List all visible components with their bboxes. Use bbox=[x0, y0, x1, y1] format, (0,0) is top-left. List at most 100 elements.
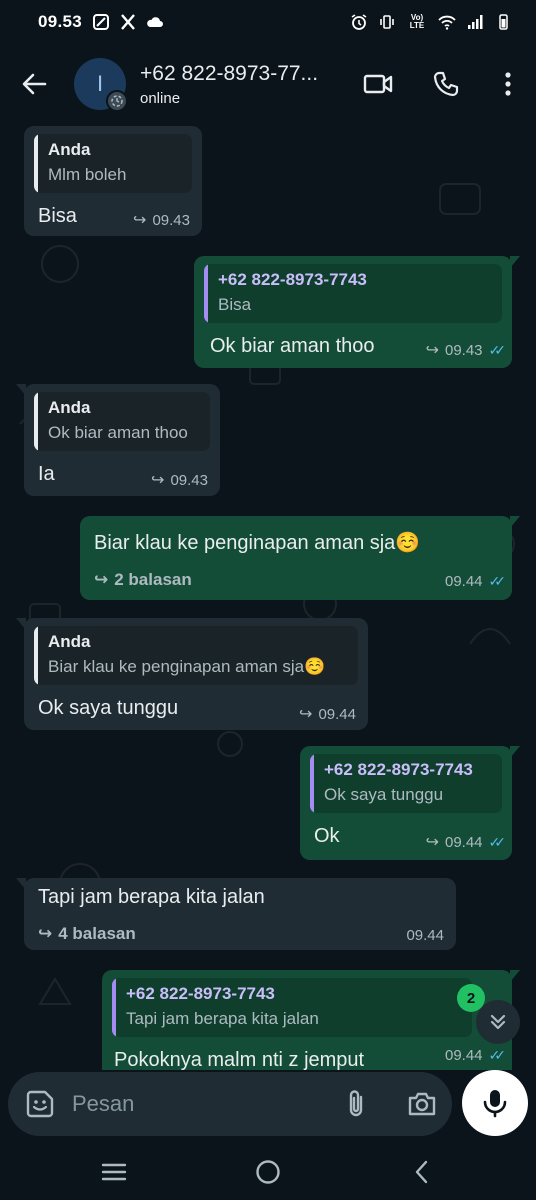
message-time: 09.43 bbox=[444, 341, 483, 359]
voice-message-button[interactable] bbox=[462, 1070, 528, 1136]
message-time: 09.44 bbox=[444, 833, 483, 851]
home-button[interactable] bbox=[250, 1154, 286, 1190]
message-bubble-outgoing[interactable]: Biar klau ke penginapan aman sja☺️ ↪ 2 b… bbox=[80, 516, 520, 600]
quoted-message[interactable]: Anda Ok biar aman thoo bbox=[34, 392, 210, 451]
double-chevron-down-icon bbox=[490, 1014, 506, 1030]
quote-author: Anda bbox=[48, 398, 91, 417]
contact-avatar[interactable]: I bbox=[74, 58, 128, 112]
video-camera-icon bbox=[363, 74, 393, 94]
quote-text: Biar klau ke penginapan aman sja☺️ bbox=[48, 657, 326, 676]
message-meta: 09.44 ✓✓ bbox=[444, 573, 507, 590]
message-bubble-outgoing[interactable]: +62 822-8973-7743 Bisa Ok biar aman thoo… bbox=[194, 256, 520, 368]
quoted-message[interactable]: Anda Biar klau ke penginapan aman sja☺️ bbox=[34, 626, 358, 685]
volte-label: Vo) LTE bbox=[409, 13, 425, 30]
cloud-icon bbox=[146, 13, 164, 31]
quoted-message[interactable]: +62 822-8973-7743 Ok saya tunggu bbox=[310, 754, 502, 813]
read-ticks-icon: ✓✓ bbox=[488, 833, 507, 850]
message-time: 09.43 bbox=[170, 471, 208, 489]
quote-author: Anda bbox=[48, 632, 91, 651]
video-call-button[interactable] bbox=[356, 62, 400, 106]
reply-arrow-icon: ↪ bbox=[151, 472, 165, 489]
message-input[interactable] bbox=[72, 1091, 312, 1117]
message-bubble-outgoing[interactable]: +62 822-8973-7743 Tapi jam berapa kita j… bbox=[102, 970, 520, 1070]
quote-text: Ok biar aman thoo bbox=[48, 423, 188, 442]
message-bubble-incoming[interactable]: Tapi jam berapa kita jalan ↪ 4 balasan 0… bbox=[16, 878, 456, 950]
quote-author: +62 822-8973-7743 bbox=[324, 760, 473, 779]
quote-text: Bisa bbox=[218, 295, 252, 314]
chat-messages[interactable]: Anda Mlm boleh Bisa ↪ 09.43 +62 822-8973… bbox=[0, 124, 536, 1070]
read-ticks-icon: ✓✓ bbox=[488, 341, 507, 358]
sticker-icon bbox=[26, 1090, 54, 1118]
message-text: Pokoknya malm nti z jemput bbox=[114, 1049, 365, 1070]
message-meta: ↪ 09.43 ✓✓ bbox=[425, 340, 507, 360]
notification-app-icon bbox=[92, 13, 110, 31]
quoted-message[interactable]: +62 822-8973-7743 Bisa bbox=[204, 264, 502, 323]
phone-icon bbox=[433, 71, 459, 97]
quote-author: +62 822-8973-7743 bbox=[126, 984, 275, 1003]
reply-arrow-icon: ↪ bbox=[425, 834, 439, 851]
back-button[interactable] bbox=[14, 64, 54, 104]
contact-status: online bbox=[140, 89, 181, 107]
message-meta: ↪ 09.43 bbox=[151, 470, 208, 490]
quote-author: Anda bbox=[48, 140, 91, 159]
message-text: Tapi jam berapa kita jalan bbox=[38, 886, 265, 908]
chat-header: I +62 822-8973-77... online bbox=[0, 44, 536, 124]
camera-icon bbox=[408, 1092, 436, 1116]
status-bar: 09.53 Vo) LTE bbox=[0, 0, 536, 44]
back-nav-button[interactable] bbox=[404, 1154, 440, 1190]
reply-arrow-icon: ↪ bbox=[38, 924, 53, 943]
message-input-bar bbox=[8, 1072, 452, 1136]
message-time: 09.44 bbox=[444, 573, 483, 590]
vibrate-icon bbox=[378, 13, 396, 31]
message-meta: ↪ 09.44 ✓✓ bbox=[425, 832, 507, 852]
signal-icon bbox=[466, 13, 484, 31]
paperclip-icon bbox=[349, 1090, 363, 1117]
status-time: 09.53 bbox=[38, 12, 83, 31]
voice-call-button[interactable] bbox=[424, 62, 468, 106]
x-app-icon bbox=[119, 13, 137, 31]
quote-text: Mlm boleh bbox=[48, 165, 127, 184]
scroll-to-bottom-button[interactable] bbox=[476, 1000, 520, 1044]
menu-lines-icon bbox=[101, 1163, 127, 1181]
message-meta: 09.44 ✓✓ bbox=[444, 1047, 506, 1064]
arrow-left-icon bbox=[22, 73, 47, 95]
message-time: 09.43 bbox=[152, 211, 190, 229]
message-meta: 09.44 bbox=[406, 927, 444, 944]
message-bubble-outgoing[interactable]: +62 822-8973-7743 Ok saya tunggu Ok ↪ 09… bbox=[300, 746, 520, 860]
quoted-message[interactable]: Anda Mlm boleh bbox=[34, 134, 192, 193]
avatar-letter: I bbox=[96, 71, 104, 96]
message-meta: ↪ 09.43 bbox=[133, 210, 190, 230]
thread-replies-link[interactable]: ↪ 2 balasan bbox=[94, 570, 192, 590]
disappearing-timer-icon bbox=[106, 90, 128, 112]
quote-text: Tapi jam berapa kita jalan bbox=[126, 1009, 319, 1028]
message-time: 09.44 bbox=[406, 927, 444, 944]
read-ticks-icon: ✓✓ bbox=[488, 573, 507, 589]
unread-count-badge: 2 bbox=[457, 984, 485, 1012]
replies-count: 4 balasan bbox=[58, 924, 136, 943]
alarm-icon bbox=[350, 13, 368, 31]
microphone-icon bbox=[483, 1090, 507, 1118]
camera-button[interactable] bbox=[402, 1084, 442, 1124]
system-navigation-bar bbox=[0, 1142, 536, 1200]
quote-author: +62 822-8973-7743 bbox=[218, 270, 367, 289]
emoji-button[interactable] bbox=[20, 1084, 60, 1124]
message-bubble-incoming[interactable]: Anda Ok biar aman thoo Ia ↪ 09.43 bbox=[16, 384, 220, 496]
quote-text: Ok saya tunggu bbox=[324, 785, 444, 804]
more-options-button[interactable] bbox=[486, 62, 530, 106]
quoted-message[interactable]: +62 822-8973-7743 Tapi jam berapa kita j… bbox=[112, 978, 472, 1037]
contact-info[interactable]: +62 822-8973-77... online bbox=[140, 62, 350, 107]
home-circle-icon bbox=[256, 1160, 280, 1184]
message-bubble-incoming[interactable]: Anda Biar klau ke penginapan aman sja☺️ … bbox=[16, 618, 368, 730]
reply-arrow-icon: ↪ bbox=[425, 342, 439, 359]
contact-name: +62 822-8973-77... bbox=[140, 61, 319, 85]
reply-arrow-icon: ↪ bbox=[299, 706, 313, 723]
message-bubble-incoming[interactable]: Anda Mlm boleh Bisa ↪ 09.43 bbox=[24, 126, 202, 236]
reply-arrow-icon: ↪ bbox=[133, 212, 147, 229]
message-time: 09.44 bbox=[444, 1047, 483, 1064]
recent-apps-button[interactable] bbox=[96, 1154, 132, 1190]
attach-button[interactable] bbox=[336, 1084, 376, 1124]
message-time: 09.44 bbox=[318, 705, 356, 723]
thread-replies-link[interactable]: ↪ 4 balasan bbox=[38, 924, 136, 944]
message-composer bbox=[0, 1070, 536, 1142]
message-meta: ↪ 09.44 bbox=[299, 704, 356, 724]
